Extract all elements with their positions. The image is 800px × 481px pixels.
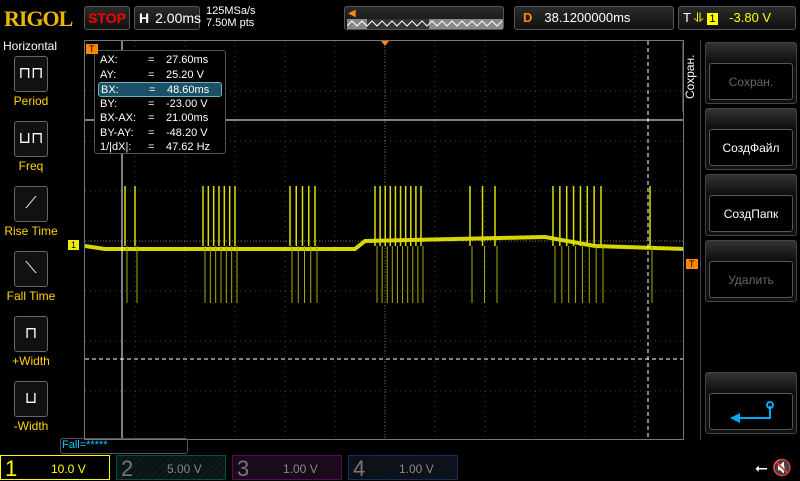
trigger-level: -3.80 V [729, 10, 772, 25]
channel-number: 3 [237, 456, 250, 481]
freq-icon: ⊔⊓ [14, 121, 48, 157]
cursor-eq: = [148, 68, 155, 81]
delete-button[interactable]: Удалить [705, 240, 797, 302]
channel-scale: 1.00 V [399, 462, 434, 476]
minus-width-icon: ⊔ [14, 381, 48, 417]
cursor-row: BX-AX: = 21.00ms [98, 111, 222, 126]
cursor-value: -48.20 V [166, 126, 208, 139]
cursor-eq: = [148, 97, 155, 110]
menu-title: Сохран. [682, 42, 702, 112]
back-button[interactable] [705, 372, 797, 434]
memory-depth: 7.50M pts [206, 17, 255, 29]
cursor-name: AX: [100, 54, 118, 66]
cursor-name: BY-AY: [100, 126, 134, 139]
cursor-value: 47.62 Hz [166, 141, 211, 153]
cursor-readout: AX: = 27.60ms AY: = 25.20 V BX: = 48.60ms BY: = -23… [94, 50, 226, 154]
cursor-row: 1/|dX|: = 47.62 Hz [98, 140, 222, 155]
channel-number: 1 [5, 456, 18, 481]
trigger-label: T [683, 10, 691, 25]
trigger-display[interactable]: T ⥥ 1 -3.80 V [678, 6, 796, 30]
rise-time-icon: ⟋ [14, 186, 48, 222]
channel-number: 2 [121, 456, 134, 481]
cursor-eq: = [148, 54, 155, 66]
timebase-value: 2.00ms [155, 10, 202, 26]
measure-label: Period [13, 94, 49, 108]
channel-bar: 1 10.0 V 2 5.00 V 3 1.00 V 4 1.00 V [0, 455, 800, 481]
measure-minus-width[interactable]: ⊔ -Width [0, 381, 62, 433]
delay-value: 38.1200000ms [544, 10, 631, 25]
measure-label: Rise Time [4, 224, 58, 238]
trigger-level-marker[interactable]: T [686, 259, 698, 269]
cursor-name: AY: [100, 68, 117, 81]
new-folder-button[interactable]: СоздПапк [705, 174, 797, 236]
fall-time-icon: ⟍ [14, 251, 48, 287]
measure-label: Freq [18, 159, 44, 173]
cursor-eq: = [148, 126, 155, 139]
cursor-name: BY: [100, 97, 118, 110]
trigger-position-icon: ◀ [348, 8, 356, 19]
cursor-eq: = [149, 84, 156, 96]
channel-2-button[interactable]: 2 5.00 V [116, 455, 226, 481]
channel-number: 4 [353, 456, 366, 481]
cursor-row: BY-AY: = -48.20 V [98, 126, 222, 141]
cursor-value: -23.00 V [166, 97, 208, 110]
plus-width-icon: ⊓ [14, 316, 48, 352]
cursor-row: BX: = 48.60ms [98, 82, 222, 97]
period-icon: ⊓⊓ [14, 56, 48, 92]
channel-4-button[interactable]: 4 1.00 V [348, 455, 458, 481]
run-stop-status[interactable]: STOP [84, 6, 130, 30]
memory-waveform-icon [347, 19, 503, 29]
delay-display[interactable]: D 38.1200000ms [514, 6, 674, 30]
timebase-display[interactable]: H 2.00ms [134, 6, 202, 30]
cursor-eq: = [148, 112, 155, 124]
cursor-trigger-marker[interactable]: T [86, 44, 98, 54]
measure-fall-time[interactable]: ⟍ Fall Time [0, 251, 62, 303]
horizontal-label: H [139, 10, 150, 26]
new-file-button[interactable]: СоздФайл [705, 108, 797, 170]
memory-overview[interactable]: ◀ [344, 6, 504, 30]
measure-label: Fall Time [6, 289, 56, 303]
usb-speaker-icons: ⭠ 🔇 [755, 458, 792, 478]
cursor-row: BY: = -23.00 V [98, 97, 222, 112]
cursor-value: 27.60ms [166, 54, 209, 66]
trigger-source: 1 [707, 13, 718, 25]
measure-period[interactable]: ⊓⊓ Period [0, 56, 62, 108]
cursor-value: 21.00ms [166, 112, 209, 124]
delay-label: D [523, 10, 533, 25]
channel-scale: 10.0 V [51, 462, 86, 476]
cursor-eq: = [148, 141, 155, 153]
return-arrow-icon [709, 393, 793, 430]
measure-label: +Width [12, 354, 50, 368]
cursor-row: AX: = 27.60ms [98, 53, 222, 68]
cursor-value: 48.60ms [167, 84, 210, 96]
channel-1-button[interactable]: 1 10.0 V [0, 455, 110, 481]
channel-scale: 1.00 V [283, 462, 318, 476]
sample-rate: 125MSa/s [206, 5, 256, 17]
measure-rise-time[interactable]: ⟋ Rise Time [0, 186, 62, 238]
measure-freq[interactable]: ⊔⊓ Freq [0, 121, 62, 173]
channel-3-button[interactable]: 3 1.00 V [232, 455, 342, 481]
cursor-value: 25.20 V [166, 68, 204, 81]
falling-edge-icon: ⥥ [694, 10, 704, 25]
usb-icon: ⭠ [754, 460, 768, 477]
speaker-muted-icon: 🔇 [772, 460, 792, 477]
measure-plus-width[interactable]: ⊓ +Width [0, 316, 62, 368]
fall-measurement: Fall=***** [60, 438, 188, 454]
cursor-name: 1/|dX|: [100, 141, 132, 153]
save-button[interactable]: Сохран. [705, 42, 797, 104]
cursor-row: AY: = 25.20 V [98, 68, 222, 83]
cursor-name: BX: [101, 84, 119, 96]
measure-label: -Width [13, 419, 49, 433]
cursor-name: BX-AX: [100, 112, 137, 124]
measure-sidebar: Horizontal ⊓⊓ Period ⊔⊓ Freq ⟋ Rise Time ⟍ Fall… [0, 38, 60, 438]
trigger-position-marker [381, 41, 389, 46]
sidebar-title: Horizontal [2, 39, 58, 53]
rigol-logo: RIGOL [4, 6, 73, 31]
acquisition-info: 125MSa/s 7.50M pts [206, 5, 256, 29]
channel-scale: 5.00 V [167, 462, 202, 476]
ch1-offset-marker[interactable]: 1 [68, 240, 80, 250]
